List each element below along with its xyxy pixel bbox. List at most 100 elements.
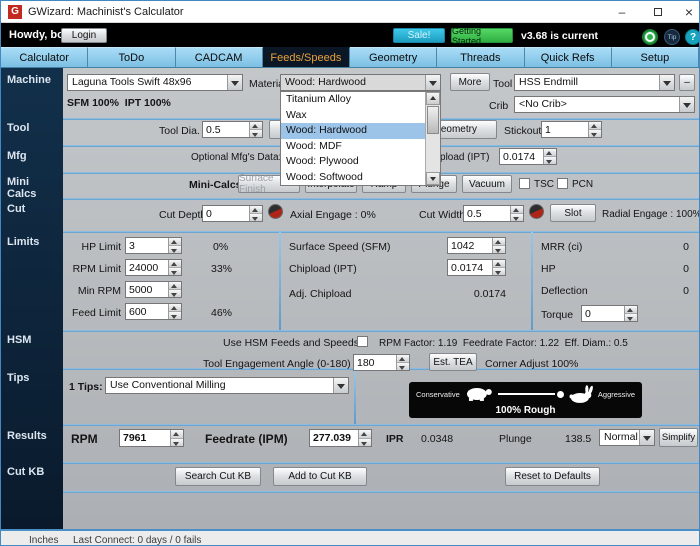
dropdown-scrollbar[interactable]: [425, 92, 440, 185]
scrollbar-track[interactable]: [426, 135, 440, 172]
use-hsm-checkbox[interactable]: [357, 336, 368, 347]
spin-down-icon[interactable]: [250, 214, 262, 221]
cut-width-input[interactable]: [464, 206, 510, 221]
crib-select[interactable]: <No Crib>: [514, 96, 695, 113]
chevron-down-icon[interactable]: [679, 97, 694, 112]
spin-up-icon[interactable]: [169, 238, 181, 246]
spin-up-icon[interactable]: [169, 260, 181, 268]
material-option[interactable]: Titanium Alloy: [281, 92, 425, 108]
tab-feeds-speeds[interactable]: Feeds/Speeds: [262, 47, 350, 67]
spin-down-icon[interactable]: [169, 312, 181, 319]
spin-up-icon[interactable]: [169, 304, 181, 312]
ipr-label: IPR: [386, 433, 404, 445]
material-option-selected[interactable]: Wood: Hardwood: [281, 123, 425, 139]
spin-up-icon[interactable]: [493, 238, 505, 246]
est-tea-button[interactable]: Est. TEA: [429, 353, 477, 371]
login-button[interactable]: Login: [61, 28, 107, 43]
add-to-cut-kb-button[interactable]: Add to Cut KB: [273, 467, 367, 486]
rpm-limit-input[interactable]: [126, 260, 168, 275]
spin-down-icon[interactable]: [171, 438, 183, 446]
spin-up-icon[interactable]: [171, 430, 183, 439]
spin-down-icon[interactable]: [493, 246, 505, 253]
simplify-button[interactable]: Simplify: [659, 428, 698, 447]
spin-down-icon[interactable]: [589, 130, 601, 137]
tip-icon[interactable]: Tip: [664, 29, 680, 45]
tab-geometry[interactable]: Geometry: [350, 47, 438, 67]
chipload-input[interactable]: [448, 260, 492, 275]
tool-dia-input[interactable]: [203, 122, 249, 137]
slot-button[interactable]: Slot: [550, 204, 596, 222]
tips-select[interactable]: Use Conventional Milling: [105, 377, 349, 394]
chevron-down-icon[interactable]: [639, 430, 654, 445]
torque-input[interactable]: [582, 306, 624, 321]
scroll-up-icon[interactable]: [426, 92, 440, 105]
tool-select[interactable]: HSS Endmill: [514, 74, 675, 91]
sale-button[interactable]: Sale!: [393, 28, 445, 43]
material-option[interactable]: Wax: [281, 108, 425, 124]
spin-down-icon[interactable]: [359, 438, 371, 446]
spin-down-icon[interactable]: [625, 314, 637, 321]
pcn-checkbox[interactable]: [557, 178, 568, 189]
stickout-input[interactable]: [542, 122, 588, 137]
tab-todo[interactable]: ToDo: [88, 47, 176, 67]
tab-quick-refs[interactable]: Quick Refs: [524, 47, 612, 67]
spin-down-icon[interactable]: [169, 268, 181, 275]
mfg-chipload-input[interactable]: [500, 149, 543, 164]
chevron-down-icon[interactable]: [227, 75, 242, 90]
getting-started-button[interactable]: Getting Started: [451, 26, 513, 46]
vacuum-button[interactable]: Vacuum: [462, 175, 512, 193]
min-rpm-input[interactable]: [126, 282, 168, 297]
material-option[interactable]: Wood: Plywood: [281, 154, 425, 170]
material-option[interactable]: Wood: MDF: [281, 139, 425, 155]
tool-more-button[interactable]: –: [679, 74, 695, 91]
material-select[interactable]: Wood: Hardwood: [280, 74, 441, 91]
tab-cadcam[interactable]: CADCAM: [175, 47, 263, 67]
chevron-down-icon[interactable]: [333, 378, 348, 393]
spin-down-icon[interactable]: [169, 246, 181, 253]
scroll-down-icon[interactable]: [426, 172, 440, 185]
spin-up-icon[interactable]: [250, 122, 262, 130]
chevron-down-icon[interactable]: [425, 75, 440, 90]
spin-up-icon[interactable]: [625, 306, 637, 314]
reset-defaults-button[interactable]: Reset to Defaults: [505, 467, 600, 486]
spin-up-icon[interactable]: [250, 206, 262, 214]
spin-down-icon[interactable]: [397, 363, 409, 370]
spin-up-icon[interactable]: [397, 355, 409, 363]
tab-calculator[interactable]: Calculator: [1, 47, 89, 67]
feedrate-input[interactable]: [310, 430, 358, 446]
spin-up-icon[interactable]: [511, 206, 523, 214]
close-button[interactable]: ×: [677, 1, 699, 22]
slider-track[interactable]: [497, 393, 556, 395]
spin-up-icon[interactable]: [544, 149, 556, 157]
minimize-button[interactable]: –: [607, 1, 637, 22]
spin-down-icon[interactable]: [511, 214, 523, 221]
maximize-button[interactable]: [643, 1, 673, 22]
spin-up-icon[interactable]: [169, 282, 181, 290]
search-cut-kb-button[interactable]: Search Cut KB: [175, 467, 261, 486]
machine-select[interactable]: Laguna Tools Swift 48x96: [67, 74, 243, 91]
tab-threads[interactable]: Threads: [437, 47, 525, 67]
aggressiveness-slider[interactable]: Conservative Aggressive 100% Rough: [409, 382, 642, 418]
help-icon[interactable]: ?: [685, 29, 699, 45]
more-button[interactable]: More: [450, 73, 490, 91]
spin-down-icon[interactable]: [493, 268, 505, 275]
tea-input[interactable]: [354, 355, 396, 370]
slider-handle[interactable]: [557, 390, 565, 398]
feed-limit-input[interactable]: [126, 304, 168, 319]
chevron-down-icon[interactable]: [659, 75, 674, 90]
hp-limit-input[interactable]: [126, 238, 168, 253]
spin-down-icon[interactable]: [250, 130, 262, 137]
cut-depth-input[interactable]: [203, 206, 249, 221]
scrollbar-thumb[interactable]: [427, 106, 439, 134]
spin-down-icon[interactable]: [169, 290, 181, 297]
spin-up-icon[interactable]: [589, 122, 601, 130]
spin-up-icon[interactable]: [359, 430, 371, 439]
material-option[interactable]: Wood: Softwood: [281, 170, 425, 186]
tab-setup[interactable]: Setup: [611, 47, 699, 67]
spin-down-icon[interactable]: [544, 157, 556, 164]
tsc-checkbox[interactable]: [519, 178, 530, 189]
mode-select[interactable]: Normal: [599, 429, 655, 446]
rpm-result-input[interactable]: [120, 430, 170, 446]
spin-up-icon[interactable]: [493, 260, 505, 268]
surface-speed-input[interactable]: [448, 238, 492, 253]
